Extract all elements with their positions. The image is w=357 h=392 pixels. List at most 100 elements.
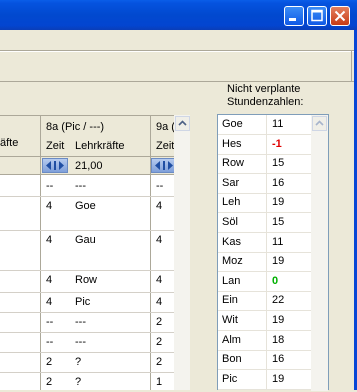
title-bar bbox=[0, 0, 357, 30]
hours-cell: 4 bbox=[156, 234, 163, 246]
hours-cell: 4 bbox=[46, 234, 53, 246]
row-divider bbox=[0, 372, 174, 373]
row-divider bbox=[0, 292, 174, 293]
teacher-cell: --- bbox=[75, 336, 86, 348]
class-8a-header[interactable]: 8a (Pic / ---) bbox=[46, 121, 104, 133]
maximize-button[interactable] bbox=[307, 6, 327, 26]
unscheduled-hours-value: 16 bbox=[272, 176, 285, 189]
total-hours-8a: 21,00 bbox=[75, 160, 103, 172]
hours-cell: 4 bbox=[156, 296, 163, 308]
row-divider bbox=[0, 196, 174, 197]
close-button[interactable] bbox=[330, 6, 350, 26]
column-divider bbox=[266, 350, 267, 370]
column-divider bbox=[266, 154, 267, 174]
teacher-abbrev: Wit bbox=[222, 314, 238, 326]
unscheduled-hours-value: 19 bbox=[272, 196, 285, 209]
hours-cell: 1 bbox=[156, 376, 163, 388]
unscheduled-hours-value: 15 bbox=[272, 157, 285, 170]
teacher-abbrev: Moz bbox=[222, 255, 243, 268]
unscheduled-hours-value: 16 bbox=[272, 353, 285, 366]
column-divider bbox=[266, 311, 267, 330]
column-divider bbox=[266, 252, 267, 272]
teacher-abbrev: Goe bbox=[222, 118, 243, 130]
teacher-cell: --- bbox=[75, 180, 86, 192]
hours-cell: 2 bbox=[156, 356, 163, 368]
column-divider bbox=[266, 213, 267, 232]
row-divider bbox=[0, 352, 174, 353]
hours-cell: 4 bbox=[46, 274, 53, 286]
expand-columns-icon[interactable] bbox=[42, 158, 68, 173]
minimize-button[interactable] bbox=[284, 6, 304, 26]
list-scroll-up-button[interactable] bbox=[312, 116, 327, 131]
teacher-abbrev: Pic bbox=[222, 372, 238, 385]
teacher-abbrev: Kas bbox=[222, 235, 241, 248]
row-divider bbox=[0, 270, 174, 271]
column-divider bbox=[266, 369, 267, 389]
unscheduled-hours-value: 19 bbox=[272, 255, 285, 268]
teacher-cell: Row bbox=[75, 274, 98, 286]
column-divider bbox=[266, 271, 267, 291]
hours-cell: -- bbox=[46, 316, 54, 328]
list-scrollbar[interactable] bbox=[311, 115, 328, 391]
zeit-header-8a: Zeit bbox=[46, 140, 65, 152]
chevron-up-icon bbox=[315, 120, 324, 126]
row-divider bbox=[0, 230, 174, 231]
unscheduled-hours-value: 22 bbox=[272, 294, 285, 307]
teacher-cell: ? bbox=[75, 356, 82, 368]
unscheduled-hours-value: -1 bbox=[272, 137, 282, 150]
unscheduled-hours-value: 11 bbox=[272, 118, 284, 130]
lehrkraefte-header-8a: Lehrkräfte bbox=[75, 140, 125, 152]
class-9a-header[interactable]: 9a ( bbox=[156, 121, 175, 133]
unscheduled-hours-list[interactable]: Goe 11 Hes -1 Row 15 Sar 16 Leh 19 Söl 15 Kas 11 Moz 19… bbox=[217, 114, 329, 391]
row-divider bbox=[0, 332, 174, 333]
unscheduled-hours-value: 18 bbox=[272, 333, 285, 346]
teacher-abbrev: Leh bbox=[222, 196, 241, 209]
teacher-cell: Goe bbox=[75, 200, 96, 212]
column-divider bbox=[266, 193, 267, 213]
hours-cell: -- bbox=[46, 336, 54, 348]
hours-cell: -- bbox=[156, 180, 164, 192]
unscheduled-hours-value: 15 bbox=[272, 216, 285, 228]
hours-cell: 2 bbox=[46, 376, 53, 388]
teacher-abbrev: Alm bbox=[222, 333, 241, 346]
column-header-fragment: äfte bbox=[0, 137, 19, 149]
unscheduled-hours-value: 0 bbox=[272, 274, 279, 287]
hours-cell: 4 bbox=[156, 200, 163, 212]
teacher-abbrev: Bon bbox=[222, 353, 242, 366]
unscheduled-hours-value: 19 bbox=[272, 314, 285, 326]
teacher-abbrev: Hes bbox=[222, 137, 242, 150]
column-divider bbox=[266, 232, 267, 252]
hours-cell: 4 bbox=[46, 296, 53, 308]
teacher-cell: Pic bbox=[75, 296, 91, 308]
hours-cell: -- bbox=[46, 180, 54, 192]
hours-cell: 4 bbox=[46, 200, 53, 212]
column-divider bbox=[266, 173, 267, 193]
teacher-abbrev: Ein bbox=[222, 294, 238, 307]
hours-cell: 2 bbox=[46, 356, 53, 368]
chevron-up-icon bbox=[178, 120, 187, 126]
side-heading-line2: Stundenzahlen: bbox=[227, 96, 304, 108]
teacher-abbrev: Lan bbox=[222, 274, 241, 287]
scroll-up-button[interactable] bbox=[175, 116, 190, 131]
grid-scrollbar[interactable] bbox=[174, 115, 190, 390]
maximize-icon bbox=[311, 9, 323, 22]
teacher-cell: --- bbox=[75, 316, 86, 328]
column-divider bbox=[266, 330, 267, 350]
teacher-abbrev: Sar bbox=[222, 176, 240, 189]
teacher-cell: ? bbox=[75, 376, 82, 388]
toolbar-divider-bottom bbox=[0, 81, 354, 82]
hours-cell: 2 bbox=[156, 336, 163, 348]
side-heading-line1: Nicht verplante bbox=[227, 83, 301, 95]
column-divider bbox=[266, 115, 267, 134]
column-divider bbox=[266, 134, 267, 154]
plan-grid: äfte 8a (Pic / ---) Zeit Lehrkräfte 9a (… bbox=[0, 115, 207, 390]
column-divider bbox=[266, 291, 267, 311]
hours-cell: 2 bbox=[156, 316, 163, 328]
teacher-cell: Gau bbox=[75, 234, 96, 246]
unscheduled-hours-value: 19 bbox=[272, 372, 285, 385]
row-divider bbox=[0, 312, 174, 313]
close-icon bbox=[334, 10, 346, 22]
teacher-abbrev: Row bbox=[222, 157, 245, 170]
minimize-icon bbox=[289, 18, 296, 21]
teacher-abbrev: Söl bbox=[222, 216, 238, 228]
